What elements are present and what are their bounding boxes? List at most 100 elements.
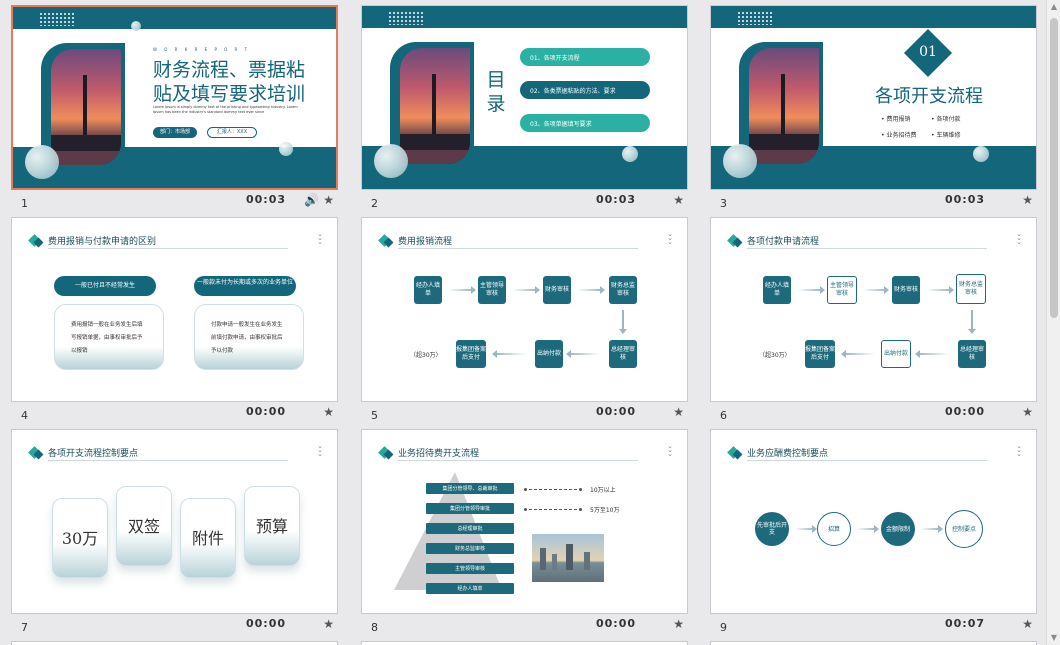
key-card-4: 预算 [244,486,300,566]
slide-7-canvas[interactable]: 各项开支流程控制要点 ⌄ ⌄ ⌄ 30万 双签 附件 预算 [11,429,338,614]
chevron-down-icon: ⌄ ⌄ ⌄ [667,442,673,458]
slide-8-canvas[interactable]: 业务招待费开支流程 ⌄ ⌄ ⌄ 集团分管领导、总裁审批 集团分管领导审批 总经理审批… [361,429,688,614]
key-card-1: 30万 [52,498,108,578]
slide-1-blurb: Lorem Ipsum is simply dummy text of the … [153,105,298,114]
bullet-1: 费用报销 [886,116,911,123]
right-heading: 一般款未付为长期或多次的业务单位 [194,276,296,296]
transition-star-icon[interactable]: ★ [673,405,684,419]
transition-star-icon[interactable]: ★ [323,405,334,419]
process-circle-4: 控制要点 [945,510,983,548]
transition-star-icon[interactable]: ★ [323,193,334,207]
key-card-2: 双签 [116,486,172,566]
slide-9-canvas[interactable]: 业务应酬费控制要点 ⌄ ⌄ ⌄ 先审批后开支 招算 金额限制 控制要点 [710,429,1037,614]
slide-number: 2 [371,197,378,210]
left-heading: 一般已付且不经常发生 [54,276,156,296]
toc-title: 目录 [486,69,506,115]
slide-4-canvas[interactable]: 费用报销与付款申请的区别 ⌄ ⌄ ⌄ 一般已付且不经常发生 费用报销一般在业务发生后… [11,217,338,402]
transition-star-icon[interactable]: ★ [673,617,684,631]
key-card-3: 附件 [180,498,236,578]
slide-2-canvas[interactable]: 目录 01、各项开支流程 02、各类票据粘贴的方法、要求 03、各项单据填写要求 [361,5,688,190]
slide-title: 业务招待费开支流程 [398,449,480,459]
slide-number: 9 [720,621,727,634]
reporter-pill: 汇报人：XXX [207,127,257,138]
chevron-down-icon: ⌄ ⌄ ⌄ [317,230,323,246]
slide-number: 8 [371,621,378,634]
slide-number: 1 [21,197,28,210]
flow-step-5: 总经理审核 [958,340,986,368]
slide-timing: 00:00 [245,617,286,630]
tier-1: 集团分管领导、总裁审批 [426,483,514,494]
slide-title: 费用报销与付款申请的区别 [48,237,157,247]
small-caps-heading: W O R K R E P O R T [153,47,251,52]
flow-step-4: 财务总监审核 [609,276,637,304]
slide-thumbnail-10-partial[interactable] [11,641,338,645]
flow-step-7: 报集团备案后支付 [456,340,486,368]
scroll-down-icon[interactable]: ▼ [1049,633,1059,643]
flow-note: （超30万） [410,352,442,359]
slide-number: 4 [21,409,28,422]
flow-step-6: 出纳付款 [881,340,911,368]
toc-item-1: 01、各项开支流程 [520,48,650,66]
city-skyline-photo [532,534,604,582]
slide-thumbnail-12-partial[interactable] [710,641,1037,645]
tier-6: 经办人填单 [426,583,514,594]
slide-1-title-line1: 财务流程、票据粘 [153,59,306,81]
bullet-2: 各项付款 [936,116,961,123]
transition-star-icon[interactable]: ★ [1022,617,1033,631]
flow-step-4: 财务总监审核 [956,274,986,304]
slide-timing: 00:03 [595,193,636,206]
slide-thumbnail-11-partial[interactable] [361,641,688,645]
limit-1: 10万以上 [590,487,616,494]
transition-star-icon[interactable]: ★ [673,193,684,207]
right-body: 付款申请一般发生在业务发生前填付款申请，由事权审批后予以付款 [194,304,304,370]
slide-timing: 00:00 [595,617,636,630]
slide-timing: 00:03 [245,193,286,206]
slide-timing: 00:00 [245,405,286,418]
flow-step-2: 主管领导审核 [478,276,506,304]
flow-step-5: 总经理审核 [609,340,637,368]
toc-item-2: 02、各类票据粘贴的方法、要求 [520,81,650,99]
chevron-down-icon: ⌄ ⌄ ⌄ [1016,442,1022,458]
dept-pill: 部门：市场部 [153,127,197,138]
flow-step-2: 主管领导审核 [827,276,857,304]
slide-number: 6 [720,409,727,422]
chevron-down-icon: ⌄ ⌄ ⌄ [667,230,673,246]
slide-title: 各项开支流程控制要点 [48,449,139,459]
tier-5: 主管领导审核 [426,563,514,574]
scroll-up-icon[interactable]: ▲ [1049,2,1059,12]
slide-6-canvas[interactable]: 各项付款申请流程 ⌄ ⌄ ⌄ 经办人填单 主管领导审核 财务审核 财务总监审核 总经… [710,217,1037,402]
slide-3-canvas[interactable]: 01 各项开支流程 • 费用报销 • 各项付款 • 业务招待费 • 车辆维修 [710,5,1037,190]
bullet-3: 业务招待费 [886,132,917,139]
flow-step-1: 经办人填单 [414,276,442,304]
flow-step-3: 财务审核 [892,276,920,304]
flow-step-1: 经办人填单 [763,276,791,304]
slide-5-canvas[interactable]: 费用报销流程 ⌄ ⌄ ⌄ 经办人填单 主管领导审核 财务审核 财务总监审核 总经理审… [361,217,688,402]
flow-note: （超30万） [759,352,791,359]
slide-number: 5 [371,409,378,422]
transition-star-icon[interactable]: ★ [1022,193,1033,207]
slide-number: 7 [21,621,28,634]
slide-number: 3 [720,197,727,210]
section-badge-number: 01 [919,44,937,60]
process-circle-3: 金额限制 [881,512,915,546]
chevron-down-icon: ⌄ ⌄ ⌄ [1016,230,1022,246]
flow-step-3: 财务审核 [543,276,571,304]
slide-sorter: W O R K R E P O R T 财务流程、票据粘 贴及填写要求培训 Lo… [0,0,1060,645]
vertical-scrollbar[interactable]: ▲ ▼ [1046,0,1060,645]
slide-timing: 00:00 [595,405,636,418]
audio-icon[interactable]: 🔊 [304,193,319,207]
slide-timing: 00:03 [944,193,985,206]
slide-title: 费用报销流程 [398,237,453,247]
slide-timing: 00:07 [944,617,985,630]
left-body: 费用报销一般在业务发生后填写报销单据，由事权审批后予以报销 [54,304,164,370]
tier-2: 集团分管领导审批 [426,503,514,514]
process-circle-1: 先审批后开支 [755,512,789,546]
bullet-4: 车辆维修 [936,132,961,139]
slide-title: 各项付款申请流程 [747,237,820,247]
transition-star-icon[interactable]: ★ [1022,405,1033,419]
city-photo [400,48,470,164]
transition-star-icon[interactable]: ★ [323,617,334,631]
tier-3: 总经理审批 [426,523,514,534]
scrollbar-thumb[interactable] [1050,18,1058,318]
slide-1-canvas[interactable]: W O R K R E P O R T 财务流程、票据粘 贴及填写要求培训 Lo… [11,5,338,190]
